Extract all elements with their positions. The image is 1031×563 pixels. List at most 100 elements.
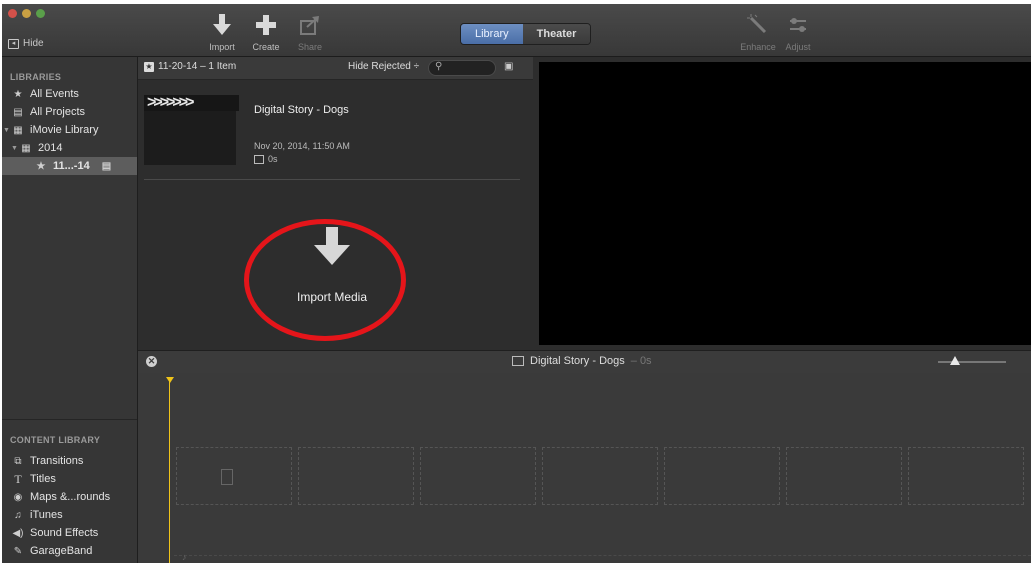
- sidebar-item-label: Sound Effects: [30, 527, 99, 539]
- project-title: Digital Story - Dogs: [254, 104, 349, 116]
- view-switcher: Library Theater: [460, 23, 592, 45]
- zoom-window-button[interactable]: [36, 9, 45, 18]
- minimize-window-button[interactable]: [22, 9, 31, 18]
- toolbar: ◂ Hide Import Create Share Library Theat…: [2, 4, 1031, 57]
- music-note-icon: ♪: [182, 552, 187, 562]
- sidebar-item-2014[interactable]: ▼ ▦ 2014: [2, 139, 146, 157]
- playhead-marker-icon[interactable]: [166, 377, 174, 383]
- hide-libraries-button[interactable]: ◂ Hide: [8, 38, 44, 49]
- libraries-section-title: LIBRARIES: [10, 72, 62, 82]
- star-box-icon: ★: [36, 160, 46, 172]
- adjust-label: Adjust: [785, 42, 811, 52]
- import-arrow-icon: [200, 12, 244, 38]
- empty-clip-slot: [298, 447, 414, 505]
- clapboard-icon: ▤: [101, 160, 112, 172]
- sidebar-item-all-projects[interactable]: ▤ All Projects: [2, 103, 146, 121]
- event-label: 11-20-14 – 1 Item: [158, 61, 237, 72]
- sidebar-item-label: 2014: [38, 142, 63, 154]
- magic-wand-icon: [736, 12, 780, 38]
- zoom-slider-thumb[interactable]: [950, 356, 960, 365]
- speaker-icon: ◀): [12, 527, 24, 539]
- share-icon: [288, 12, 332, 38]
- close-window-button[interactable]: [8, 9, 17, 18]
- empty-clip-slot: [542, 447, 658, 505]
- audio-track-guide: [174, 555, 1031, 556]
- sidebar-item-label: Titles: [30, 473, 56, 485]
- tab-theater[interactable]: Theater: [522, 24, 591, 44]
- sidebar-item-label: All Projects: [30, 106, 86, 118]
- sidebar-item-imovie-library[interactable]: ▼ ▦ iMovie Library: [2, 121, 138, 139]
- globe-icon: ◉: [13, 491, 23, 503]
- sidebar-item-maps-backgrounds[interactable]: ◉ Maps &...rounds: [2, 488, 146, 506]
- project-thumbnail[interactable]: >>>>>>>: [144, 95, 239, 165]
- sidebar-divider: [2, 419, 137, 420]
- enhance-button[interactable]: Enhance: [736, 12, 780, 52]
- timeline-project-title: Digital Story - Dogs – 0s: [512, 355, 652, 367]
- event-title: ★ 11-20-14 – 1 Item: [144, 61, 236, 72]
- grid-icon: ▦: [13, 124, 23, 136]
- plus-icon: [244, 12, 288, 38]
- disclosure-triangle-icon[interactable]: ▼: [11, 145, 19, 152]
- sidebar-item-label: GarageBand: [30, 545, 93, 557]
- timeline[interactable]: ♪: [138, 373, 1031, 563]
- film-icon: [512, 356, 524, 366]
- empty-clip-slot: [664, 447, 780, 505]
- search-input[interactable]: ⚲: [428, 60, 496, 76]
- disclosure-triangle-icon[interactable]: ▼: [3, 127, 11, 134]
- project-duration: 0s: [254, 154, 278, 164]
- empty-clip-slot: [420, 447, 536, 505]
- project-date: Nov 20, 2014, 11:50 AM: [254, 141, 350, 151]
- hide-rejected-dropdown[interactable]: Hide Rejected ÷: [348, 61, 419, 72]
- film-placeholder-icon: [221, 469, 233, 485]
- tab-library[interactable]: Library: [461, 24, 523, 44]
- content-library-section-title: CONTENT LIBRARY: [10, 435, 101, 445]
- sidebar-item-transitions[interactable]: ⧉ Transitions: [2, 452, 146, 470]
- sidebar-item-label: 11...-14: [53, 160, 90, 172]
- empty-clip-slot: [908, 447, 1024, 505]
- sidebar-item-sound-effects[interactable]: ◀) Sound Effects: [2, 524, 146, 542]
- project-duration-value: 0s: [268, 154, 278, 164]
- timeline-duration: – 0s: [630, 355, 652, 367]
- empty-clip-slot: [786, 447, 902, 505]
- sidebar-item-label: Transitions: [30, 455, 84, 467]
- libraries-sidebar: LIBRARIES ★ All Events ▤ All Projects ▼ …: [2, 57, 138, 563]
- sidebar-item-event-11-20-14[interactable]: ★ 11...-14 ▤: [2, 157, 137, 175]
- sidebar-item-all-events[interactable]: ★ All Events: [2, 85, 146, 103]
- zoom-slider-track[interactable]: [938, 361, 1006, 363]
- sidebar-item-titles[interactable]: T Titles: [2, 470, 146, 488]
- calendar-icon: ▦: [21, 142, 31, 154]
- timeline-header: ✕ Digital Story - Dogs – 0s: [138, 350, 1031, 374]
- browser-header: ★ 11-20-14 – 1 Item Hide Rejected ÷ ⚲ ▣: [138, 57, 533, 80]
- share-button[interactable]: Share: [288, 12, 332, 52]
- transitions-icon: ⧉: [14, 455, 22, 467]
- import-button[interactable]: Import: [200, 12, 244, 52]
- clip-appearance-icon[interactable]: ▣: [504, 61, 513, 72]
- guitar-icon: ✎: [13, 545, 23, 557]
- star-box-icon: ★: [144, 61, 154, 72]
- titles-icon: T: [14, 471, 22, 486]
- sidebar-toggle-icon: ◂: [8, 38, 19, 49]
- clapboard-icon: ▤: [13, 106, 23, 118]
- search-icon: ⚲: [435, 61, 443, 72]
- browser-divider: [144, 179, 520, 180]
- sidebar-item-label: iTunes: [30, 509, 63, 521]
- import-label: Import: [209, 42, 235, 52]
- sidebar-item-itunes[interactable]: ♫ iTunes: [2, 506, 146, 524]
- hide-label: Hide: [23, 38, 44, 49]
- adjust-button[interactable]: Adjust: [776, 12, 820, 52]
- create-label: Create: [252, 42, 280, 52]
- star-box-icon: ★: [13, 88, 23, 100]
- imovie-window: ◂ Hide Import Create Share Library Theat…: [2, 4, 1031, 563]
- close-timeline-icon[interactable]: ✕: [146, 356, 157, 367]
- sliders-icon: [776, 12, 820, 38]
- sidebar-item-label: iMovie Library: [30, 124, 99, 136]
- music-note-icon: ♫: [14, 509, 22, 521]
- create-button[interactable]: Create: [244, 12, 288, 52]
- sidebar-item-garageband[interactable]: ✎ GarageBand: [2, 542, 146, 560]
- timeline-title-label: Digital Story - Dogs: [530, 355, 625, 367]
- sidebar-item-label: Maps &...rounds: [30, 491, 111, 503]
- playhead[interactable]: [169, 381, 170, 563]
- video-viewer[interactable]: [539, 62, 1031, 345]
- clapboard-icon: >>>>>>>: [144, 95, 239, 111]
- event-browser: ★ 11-20-14 – 1 Item Hide Rejected ÷ ⚲ ▣ …: [138, 57, 533, 350]
